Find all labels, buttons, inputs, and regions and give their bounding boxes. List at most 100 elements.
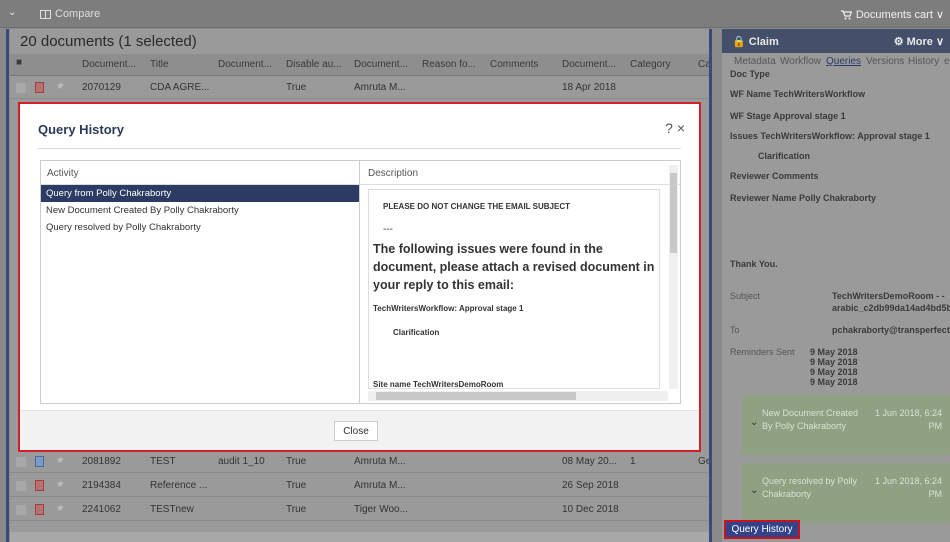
cell: audit 1_10 bbox=[218, 456, 265, 467]
compare-label: Compare bbox=[55, 8, 101, 20]
row-checkbox[interactable] bbox=[16, 457, 26, 467]
reminder-date: 9 May 2018 bbox=[810, 377, 858, 387]
star-icon[interactable]: ★ bbox=[55, 503, 64, 514]
star-icon[interactable]: ★ bbox=[55, 479, 64, 490]
query-line: Thank You. bbox=[730, 259, 778, 269]
tab-versions[interactable]: Versions bbox=[866, 56, 904, 67]
select-all-checkbox[interactable]: ■ bbox=[16, 57, 22, 68]
column-header[interactable]: Disable au... bbox=[286, 59, 342, 70]
panel-header: 🔒 Claim ⚙ More ∨ bbox=[722, 29, 950, 53]
activity-item[interactable]: Query resolved by Polly Chakraborty bbox=[41, 219, 359, 236]
reminder-date: 9 May 2018 bbox=[810, 357, 858, 367]
subject-value: TechWritersDemoRoom - - bbox=[832, 291, 945, 301]
vertical-scrollbar[interactable] bbox=[669, 165, 678, 389]
claim-label: Claim bbox=[748, 36, 779, 48]
cell: TEST bbox=[150, 456, 176, 467]
description-header: Description bbox=[360, 161, 680, 185]
cell: 10 Dec 2018 bbox=[562, 504, 619, 515]
activity-header: Activity bbox=[41, 161, 359, 185]
documents-cart-button[interactable]: Documents cart ∨ bbox=[840, 8, 944, 21]
cell: 2070129 bbox=[82, 82, 121, 93]
query-line: Reviewer Name Polly Chakraborty bbox=[730, 193, 877, 203]
more-label: More ∨ bbox=[906, 36, 944, 48]
column-header[interactable]: Document... bbox=[82, 59, 136, 70]
description-line: Clarification bbox=[393, 328, 440, 337]
row-checkbox[interactable] bbox=[16, 83, 26, 93]
row-checkbox[interactable] bbox=[16, 481, 26, 491]
description-line: --- bbox=[383, 224, 393, 235]
cart-icon bbox=[840, 9, 852, 19]
collapse-chevron-icon[interactable]: ⌄ bbox=[8, 7, 16, 18]
cell: 08 May 20... bbox=[562, 456, 618, 467]
pdf-file-icon bbox=[35, 504, 44, 515]
chevron-down-icon[interactable]: ⌄ bbox=[750, 485, 758, 496]
table-row[interactable]: ★ 2194384 Reference ... True Amruta M...… bbox=[10, 475, 710, 497]
horizontal-scrollbar[interactable] bbox=[10, 532, 710, 542]
column-header[interactable]: Document... bbox=[562, 59, 616, 70]
pdf-file-icon bbox=[35, 480, 44, 491]
dialog-footer: Close bbox=[20, 410, 699, 450]
history-card[interactable]: ⌄ New Document Created By Polly Chakrabo… bbox=[742, 395, 950, 455]
pdf-file-icon bbox=[35, 82, 44, 93]
compare-button[interactable]: Compare bbox=[40, 8, 100, 20]
compare-icon bbox=[40, 9, 51, 19]
cell: 18 Apr 2018 bbox=[562, 82, 616, 93]
cell: CDA AGRE... bbox=[150, 82, 210, 93]
history-time: 1 Jun 2018, 6:24 PM bbox=[874, 476, 942, 499]
tab-metadata[interactable]: Metadata bbox=[734, 56, 776, 67]
scroll-thumb[interactable] bbox=[376, 392, 576, 400]
tab-more[interactable]: e bbox=[944, 56, 950, 67]
row-checkbox[interactable] bbox=[16, 505, 26, 515]
more-menu-button[interactable]: ⚙ More ∨ bbox=[894, 35, 944, 48]
word-file-icon bbox=[35, 456, 44, 467]
tab-queries[interactable]: Queries bbox=[826, 56, 861, 67]
claim-title[interactable]: 🔒 Claim bbox=[732, 35, 779, 48]
subject-label: Subject bbox=[730, 291, 761, 301]
history-text: New Document Created By Polly Chakrabort… bbox=[762, 408, 859, 431]
cell: 2081892 bbox=[82, 456, 121, 467]
description-body: PLEASE DO NOT CHANGE THE EMAIL SUBJECT -… bbox=[368, 189, 660, 389]
history-card[interactable]: ⌄ Query resolved by Polly Chakraborty 1 … bbox=[742, 463, 950, 523]
subject-value: arabic_c2db99da14ad4bd5bf bbox=[832, 303, 950, 313]
document-count: 20 documents (1 selected) bbox=[20, 33, 197, 50]
column-header[interactable]: Document... bbox=[218, 59, 272, 70]
dialog-tools[interactable]: ? × bbox=[665, 120, 685, 136]
column-header[interactable]: Reason fo... bbox=[422, 59, 476, 70]
column-header[interactable]: Comments bbox=[490, 59, 538, 70]
query-history-button[interactable]: Query History bbox=[724, 520, 800, 539]
scroll-thumb[interactable] bbox=[670, 173, 677, 253]
query-history-dialog: Query History ? × Activity Query from Po… bbox=[18, 102, 701, 452]
activity-pane: Activity Query from Polly Chakraborty Ne… bbox=[40, 160, 360, 404]
table-row[interactable]: ★ 2241062 TESTnew True Tiger Woo... 10 D… bbox=[10, 499, 710, 521]
horizontal-scrollbar[interactable] bbox=[368, 391, 668, 401]
panel-divider[interactable] bbox=[709, 29, 712, 542]
activity-item[interactable]: New Document Created By Polly Chakrabort… bbox=[41, 202, 359, 219]
query-line: WF Name TechWritersWorkflow bbox=[730, 89, 866, 99]
cell: True bbox=[286, 82, 307, 93]
query-line: WF Stage Approval stage 1 bbox=[730, 111, 846, 121]
table-row[interactable]: ★ 2081892 TEST audit 1_10 True Amruta M.… bbox=[10, 451, 711, 473]
tab-history[interactable]: History bbox=[908, 56, 939, 67]
divider bbox=[38, 148, 681, 149]
star-icon[interactable]: ★ bbox=[55, 81, 64, 92]
star-icon[interactable]: ★ bbox=[55, 455, 64, 466]
to-label: To bbox=[730, 325, 740, 335]
close-button[interactable]: Close bbox=[334, 421, 378, 441]
reminder-date: 9 May 2018 bbox=[810, 347, 858, 357]
activity-item[interactable]: Query from Polly Chakraborty bbox=[41, 185, 359, 202]
cell: 26 Sep 2018 bbox=[562, 480, 619, 491]
table-header: ■ Document... Title Document... Disable … bbox=[10, 54, 711, 76]
history-text: Query resolved by Polly Chakraborty bbox=[762, 476, 858, 499]
column-header[interactable]: Category bbox=[630, 59, 671, 70]
cell: 2241062 bbox=[82, 504, 121, 515]
tab-workflow[interactable]: Workflow bbox=[780, 56, 821, 67]
column-header[interactable]: Document... bbox=[354, 59, 408, 70]
column-header[interactable]: Title bbox=[150, 59, 169, 70]
top-toolbar: ⌄ Compare Documents cart ∨ bbox=[0, 0, 950, 28]
chevron-down-icon[interactable]: ⌄ bbox=[750, 417, 758, 428]
description-line: TechWritersWorkflow: Approval stage 1 bbox=[373, 304, 524, 313]
cell: 1 bbox=[630, 456, 636, 467]
cell: Amruta M... bbox=[354, 480, 406, 491]
table-row[interactable]: ★ 2070129 CDA AGRE... True Amruta M... 1… bbox=[10, 77, 710, 99]
cell: 2194384 bbox=[82, 480, 121, 491]
